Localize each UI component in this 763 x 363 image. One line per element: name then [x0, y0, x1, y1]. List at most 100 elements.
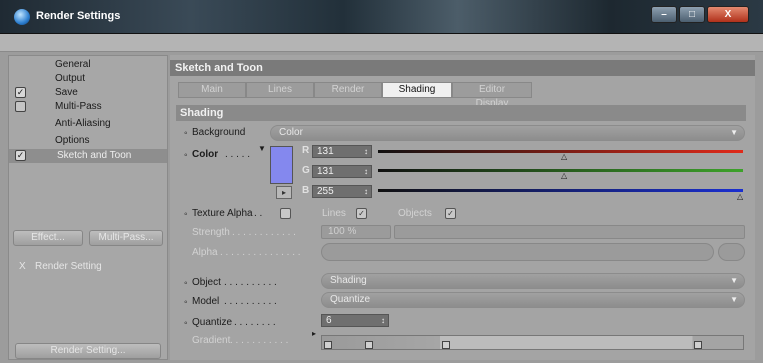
model-label: Model: [192, 296, 220, 307]
strength-value: 100 %: [328, 226, 357, 237]
sidebar-item-sketch-and-toon[interactable]: ✓ Sketch and Toon: [9, 149, 167, 163]
object-label: Object: [192, 277, 221, 288]
settings-panel: Sketch and Toon Main Lines Render Shadin…: [170, 55, 755, 360]
quantize-bullet: ◦: [184, 318, 188, 329]
effect-button[interactable]: Effect...: [13, 230, 83, 246]
quantize-field[interactable]: 6 ↕: [321, 314, 389, 327]
b-channel-label: B: [302, 185, 310, 196]
spinner-icon[interactable]: ↕: [364, 186, 368, 197]
b-slider[interactable]: [378, 189, 743, 192]
alpha-texture-menu[interactable]: [718, 243, 745, 261]
objects-checkbox[interactable]: ✓: [445, 208, 456, 219]
color-menu-arrow-icon[interactable]: ▼: [258, 144, 266, 153]
render-setting-mark: X: [19, 261, 26, 272]
model-bullet: ◦: [184, 297, 188, 308]
spinner-icon[interactable]: ↕: [381, 315, 385, 326]
gradient-editor[interactable]: [321, 335, 744, 350]
quantize-label: Quantize: [192, 317, 233, 328]
gradient-knot[interactable]: [694, 341, 702, 349]
b-slider-handle-icon[interactable]: △: [737, 192, 743, 201]
sketch-and-toon-checkbox[interactable]: ✓: [15, 150, 26, 161]
sidebar-item-label: Anti-Aliasing: [55, 118, 111, 129]
maximize-icon[interactable]: □: [679, 6, 705, 23]
model-dropdown[interactable]: Quantize ▼: [321, 292, 745, 308]
r-slider-handle-icon[interactable]: △: [561, 152, 567, 161]
lines-label: Lines: [322, 208, 346, 219]
b-value: 255: [317, 186, 334, 197]
strength-dots: . . . . . . . . . . . .: [232, 227, 296, 238]
color-swatch[interactable]: [270, 146, 293, 184]
gradient-knot[interactable]: [365, 341, 373, 349]
object-dots: . . . . . . . . . .: [224, 277, 277, 288]
object-value: Shading: [330, 275, 367, 286]
sidebar-item-general[interactable]: General: [9, 58, 167, 72]
texture-alpha-dots: . .: [254, 208, 263, 219]
sidebar-item-label: Multi-Pass: [55, 101, 102, 112]
g-slider-handle-icon[interactable]: △: [561, 171, 567, 180]
chevron-down-icon: ▼: [730, 128, 738, 137]
alpha-label: Alpha: [192, 247, 218, 258]
render-setting-label: Render Setting: [35, 261, 102, 272]
close-icon[interactable]: X: [707, 6, 749, 23]
minimize-icon[interactable]: –: [651, 6, 677, 23]
quantize-dots: . . . . . . . .: [234, 317, 276, 328]
tab-shading[interactable]: Shading: [382, 82, 452, 98]
sidebar-item-multi-pass[interactable]: Multi-Pass: [9, 100, 167, 114]
sidebar-item-save[interactable]: ✓ Save: [9, 86, 167, 100]
sidebar-item-label: Save: [55, 87, 78, 98]
model-value: Quantize: [330, 294, 371, 305]
sidebar-item-output[interactable]: Output: [9, 72, 167, 86]
sidebar-item-label: Output: [55, 73, 86, 84]
g-value-field[interactable]: 131 ↕: [312, 165, 372, 178]
color-label: Color: [192, 149, 219, 160]
objects-label: Objects: [398, 208, 432, 219]
chevron-down-icon: ▼: [730, 295, 738, 304]
lines-checkbox[interactable]: ✓: [356, 208, 367, 219]
g-value: 131: [317, 166, 334, 177]
r-channel-label: R: [302, 145, 310, 156]
title-bar: Render Settings – □ X: [0, 0, 763, 34]
texture-alpha-checkbox[interactable]: [280, 208, 291, 219]
alpha-dots: . . . . . . . . . . . . . . .: [220, 247, 301, 258]
background-dropdown[interactable]: Color ▼: [270, 125, 745, 141]
tab-render[interactable]: Render: [314, 82, 382, 98]
save-checkbox[interactable]: ✓: [15, 87, 26, 98]
color-label-dots: . . . . .: [225, 149, 251, 160]
strength-field[interactable]: 100 %: [321, 225, 391, 239]
sidebar-item-label: General: [55, 59, 91, 70]
color-bullet: ◦: [184, 150, 188, 161]
app-logo-icon: [14, 9, 30, 25]
object-dropdown[interactable]: Shading ▼: [321, 273, 745, 289]
menu-bar: [0, 34, 763, 52]
sidebar-item-options[interactable]: Options: [9, 134, 167, 148]
quantize-value: 6: [326, 315, 332, 326]
window-title: Render Settings: [36, 10, 121, 22]
render-setting-button[interactable]: Render Setting...: [15, 343, 161, 359]
tab-editor-display[interactable]: Editor Display: [452, 82, 532, 109]
g-channel-label: G: [302, 165, 310, 176]
texture-alpha-bullet: ◦: [184, 209, 188, 220]
color-picker-button[interactable]: ▸: [276, 186, 292, 199]
gradient-knot[interactable]: [442, 341, 450, 349]
gradient-dots: . . . . . . . . . . .: [230, 335, 289, 346]
settings-sidebar: General Output ✓ Save Multi-Pass Anti-Al…: [8, 55, 168, 360]
alpha-texture-field[interactable]: [321, 243, 714, 261]
sidebar-item-label: Sketch and Toon: [57, 150, 132, 161]
gradient-menu-arrow-icon[interactable]: ▸: [312, 329, 316, 338]
r-value-field[interactable]: 131 ↕: [312, 145, 372, 158]
window-controls: – □ X: [651, 6, 749, 23]
tab-lines[interactable]: Lines: [246, 82, 314, 98]
tab-bar: Main Lines Render Shading Editor Display: [178, 82, 532, 109]
sidebar-item-anti-aliasing[interactable]: Anti-Aliasing: [9, 117, 167, 131]
spinner-icon[interactable]: ↕: [364, 166, 368, 177]
b-value-field[interactable]: 255 ↕: [312, 185, 372, 198]
multi-pass-checkbox[interactable]: [15, 101, 26, 112]
gradient-label: Gradient: [192, 335, 231, 346]
strength-slider[interactable]: [394, 225, 745, 239]
spinner-icon[interactable]: ↕: [364, 146, 368, 157]
tab-main[interactable]: Main: [178, 82, 246, 98]
multi-pass-button[interactable]: Multi-Pass...: [89, 230, 163, 246]
texture-alpha-label: Texture Alpha: [192, 208, 253, 219]
gradient-knot[interactable]: [324, 341, 332, 349]
background-bullet: ◦: [184, 128, 188, 139]
